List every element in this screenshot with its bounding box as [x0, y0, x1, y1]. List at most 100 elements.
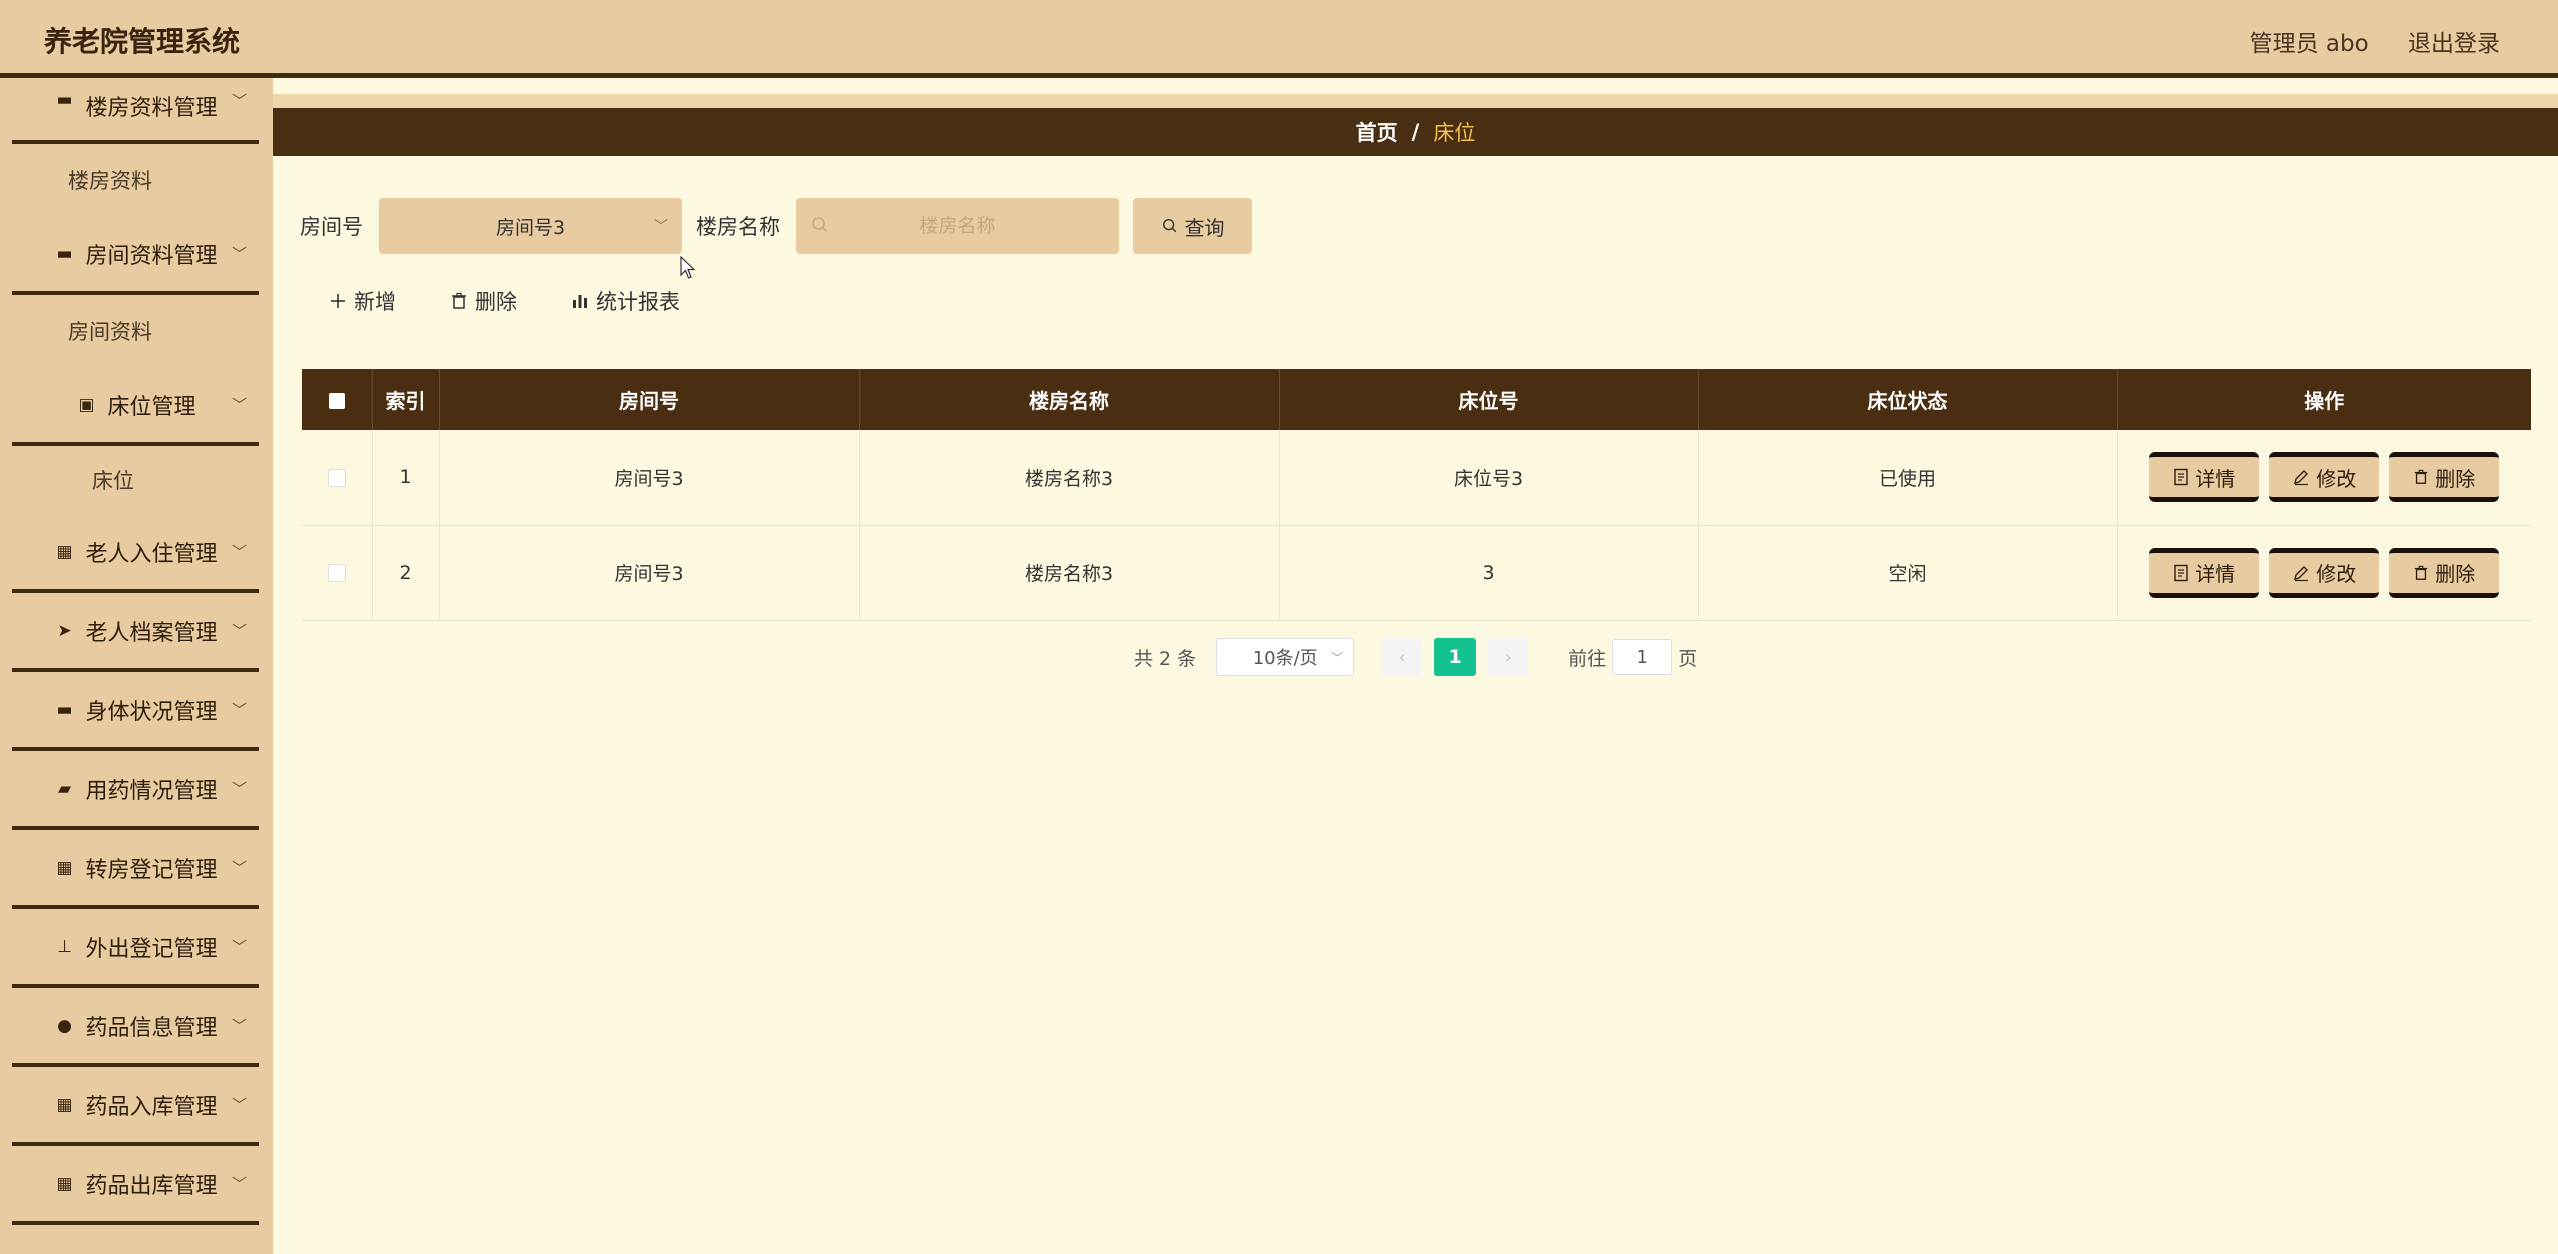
add-button[interactable]: 新增 — [329, 286, 396, 316]
room-select[interactable]: 房间号3 ﹀ — [379, 198, 682, 254]
chevron-down-icon: ﹀ — [231, 1175, 247, 1193]
edit-button[interactable]: 修改 — [2269, 547, 2380, 598]
report-button[interactable]: 统计报表 — [571, 286, 680, 316]
chevron-down-icon: ﹀ — [231, 859, 247, 877]
grid-icon: ▦ — [56, 1173, 73, 1194]
sidebar-item-health-management[interactable]: ▬ 身体状况管理 ﹀ — [12, 672, 259, 751]
cell-index: 1 — [372, 430, 440, 526]
mouse-cursor-icon — [680, 256, 696, 279]
cell-actions: 详情 修改 删除 — [2117, 430, 2531, 526]
column-header-status: 床位状态 — [1698, 369, 2118, 430]
submenu-item-bed[interactable]: 床位 — [0, 446, 273, 514]
select-all-checkbox[interactable] — [328, 393, 345, 409]
query-button[interactable]: 查询 — [1133, 198, 1252, 254]
row-checkbox[interactable] — [327, 564, 346, 582]
detail-button[interactable]: 详情 — [2149, 547, 2260, 598]
top-header: 养老院管理系统 管理员 abo 退出登录 — [0, 0, 2558, 78]
pin-icon: ● — [57, 1015, 72, 1036]
current-user: 管理员 abo — [2249, 31, 2369, 57]
sidebar-item-label: 房间资料管理 — [85, 243, 218, 269]
delete-button[interactable]: 删除 — [2389, 547, 2500, 598]
search-icon — [1162, 218, 1176, 233]
sidebar-item-outing-management[interactable]: ⊥ 外出登记管理 ﹀ — [12, 909, 259, 988]
flag-icon: ▬ — [56, 699, 73, 720]
breadcrumb-home[interactable]: 首页 — [1356, 117, 1398, 147]
message-icon: ▬ — [56, 90, 73, 110]
grid-icon: ▦ — [56, 857, 73, 878]
trash-icon — [450, 292, 468, 310]
detail-button-label: 详情 — [2195, 466, 2236, 491]
sidebar-item-transfer-management[interactable]: ▦ 转房登记管理 ﹀ — [12, 830, 259, 909]
cell-bed: 床位号3 — [1279, 430, 1699, 526]
page-size-value: 10条/页 — [1252, 648, 1318, 669]
sidebar-item-label: 床位管理 — [107, 394, 196, 420]
page-number-current[interactable]: 1 — [1434, 638, 1477, 676]
sidebar-item-label: 药品出库管理 — [85, 1173, 218, 1199]
sidebar-item-room-management[interactable]: ▬ 房间资料管理 ﹀ — [12, 216, 259, 295]
chevron-down-icon: ﹀ — [654, 219, 668, 235]
detail-button[interactable]: 详情 — [2149, 452, 2260, 503]
app-title: 养老院管理系统 — [44, 25, 241, 58]
next-page-button[interactable]: › — [1488, 638, 1529, 676]
building-search-input[interactable] — [796, 197, 1119, 255]
row-select-cell — [302, 525, 373, 621]
goto-page-input[interactable] — [1612, 639, 1673, 675]
report-button-label: 统计报表 — [596, 290, 680, 314]
submenu-item-room-info[interactable]: 房间资料 — [0, 295, 273, 367]
row-checkbox[interactable] — [327, 468, 346, 487]
cell-status: 已使用 — [1698, 430, 2118, 526]
chevron-left-icon: ‹ — [1398, 646, 1406, 668]
chevron-down-icon: ﹀ — [231, 1096, 247, 1114]
page-suffix: 页 — [1678, 647, 1698, 670]
sidebar-item-label: 药品入库管理 — [85, 1094, 218, 1120]
chevron-down-icon: ﹀ — [231, 1017, 247, 1035]
chevron-right-icon: › — [1504, 646, 1512, 668]
chevron-down-icon: ﹀ — [231, 92, 247, 110]
delete-button[interactable]: 删除 — [2389, 452, 2500, 503]
sidebar-item-building-management[interactable]: ▬ 楼房资料管理 ﹀ — [12, 78, 259, 144]
building-label: 楼房名称 — [696, 215, 780, 239]
select-all-cell — [302, 369, 373, 430]
edit-button-label: 修改 — [2316, 466, 2357, 491]
sidebar-item-checkin-management[interactable]: ▦ 老人入住管理 ﹀ — [12, 514, 259, 593]
page-size-select[interactable]: 10条/页 ﹀ — [1216, 638, 1355, 676]
sidebar: ▬ 楼房资料管理 ﹀ 楼房资料 ▬ 房间资料管理 ﹀ 房间资料 ▣ 床位管理 ﹀… — [0, 78, 273, 1254]
edit-button[interactable]: 修改 — [2269, 452, 2380, 503]
batch-delete-button[interactable]: 删除 — [450, 286, 517, 316]
cell-building: 楼房名称3 — [859, 430, 1280, 526]
chevron-down-icon: ﹀ — [231, 245, 247, 263]
header-user-area: 管理员 abo 退出登录 — [2218, 24, 2500, 58]
grid-icon: ▦ — [56, 541, 73, 562]
sidebar-item-drug-inbound-management[interactable]: ▦ 药品入库管理 ﹀ — [12, 1067, 259, 1146]
cell-building: 楼房名称3 — [859, 525, 1280, 621]
table-row: 1 房间号3 楼房名称3 床位号3 已使用 详情 修改 删除 — [302, 430, 2531, 526]
chevron-down-icon: ﹀ — [1331, 650, 1344, 665]
trash-icon — [2413, 468, 2429, 486]
table-row: 2 房间号3 楼房名称3 3 空闲 详情 修改 删除 — [302, 525, 2531, 621]
row-select-cell — [302, 430, 373, 526]
sidebar-item-drug-outbound-management[interactable]: ▦ 药品出库管理 ﹀ — [12, 1146, 259, 1225]
breadcrumb-current: 床位 — [1433, 121, 1476, 145]
prev-page-button[interactable]: ‹ — [1382, 638, 1423, 676]
cell-room: 房间号3 — [439, 525, 860, 621]
sidebar-item-archive-management[interactable]: ➤ 老人档案管理 ﹀ — [12, 593, 259, 672]
submenu-item-building-info[interactable]: 楼房资料 — [0, 144, 273, 216]
sidebar-item-medication-management[interactable]: ▰ 用药情况管理 ﹀ — [12, 751, 259, 830]
briefcase-icon: ▰ — [57, 778, 72, 799]
pagination: 共 2 条 10条/页 ﹀ ‹ 1 › 前往 页 — [1134, 638, 1697, 676]
chevron-down-icon: ﹀ — [231, 780, 247, 798]
sidebar-item-label: 身体状况管理 — [85, 699, 218, 725]
chevron-down-icon: ﹀ — [231, 938, 247, 956]
cell-index: 2 — [372, 525, 440, 621]
sidebar-item-drug-info-management[interactable]: ● 药品信息管理 ﹀ — [12, 988, 259, 1067]
add-button-label: 新增 — [354, 290, 396, 314]
sidebar-item-label: 老人入住管理 — [85, 541, 218, 567]
sidebar-item-bed-management[interactable]: ▣ 床位管理 ﹀ — [12, 367, 259, 446]
logout-link[interactable]: 退出登录 — [2408, 31, 2500, 57]
sidebar-item-label: 药品信息管理 — [85, 1015, 218, 1041]
batch-delete-label: 删除 — [475, 290, 517, 314]
chevron-down-icon: ﹀ — [231, 543, 247, 561]
query-button-label: 查询 — [1184, 215, 1225, 240]
sidebar-item-label: 转房登记管理 — [85, 857, 218, 883]
plus-icon — [329, 292, 347, 310]
